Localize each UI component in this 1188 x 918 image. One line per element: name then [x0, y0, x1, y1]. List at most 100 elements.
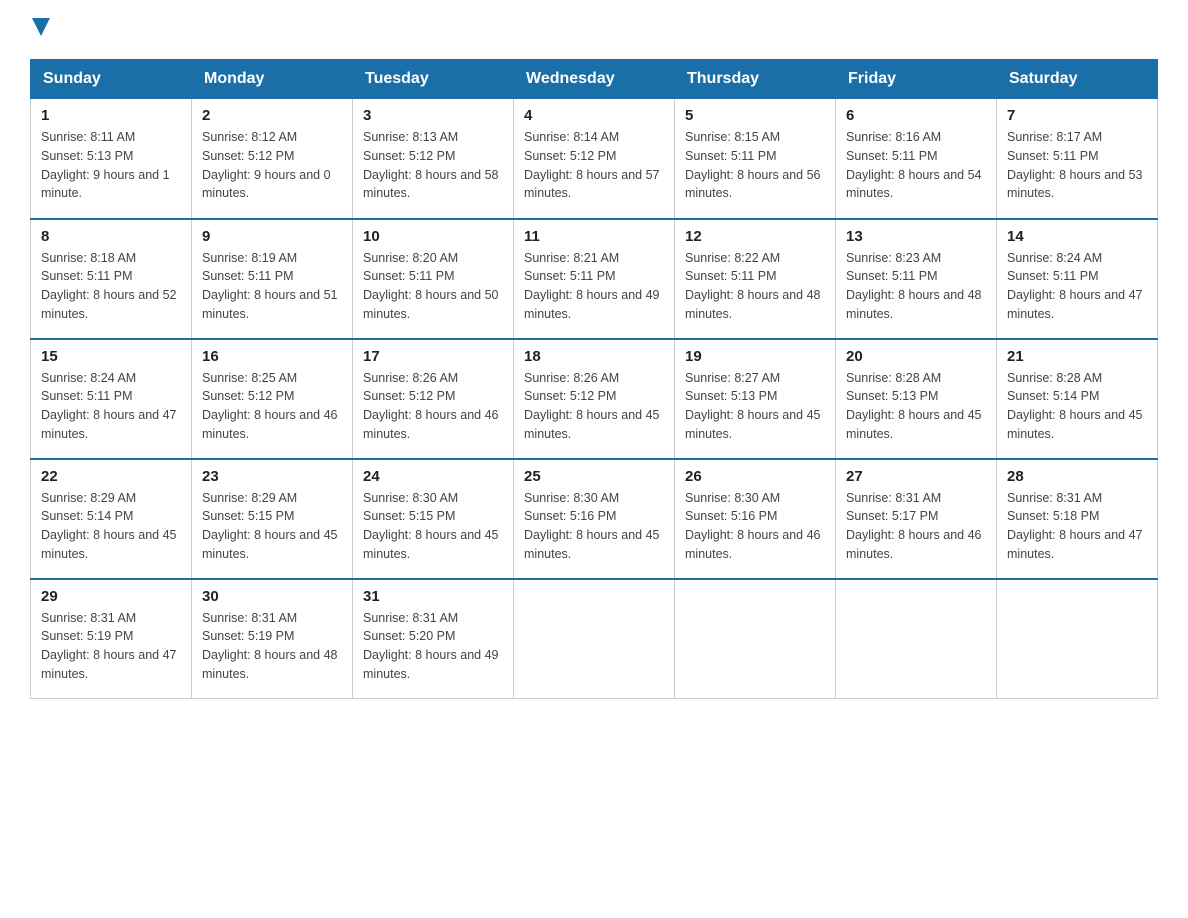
- day-number: 16: [202, 348, 342, 365]
- day-number: 6: [846, 107, 986, 124]
- day-info: Sunrise: 8:17 AMSunset: 5:11 PMDaylight:…: [1007, 128, 1147, 203]
- day-number: 4: [524, 107, 664, 124]
- column-header-saturday: Saturday: [997, 60, 1158, 99]
- calendar-cell: 10 Sunrise: 8:20 AMSunset: 5:11 PMDaylig…: [353, 219, 514, 339]
- day-number: 28: [1007, 468, 1147, 485]
- column-header-thursday: Thursday: [675, 60, 836, 99]
- day-info: Sunrise: 8:31 AMSunset: 5:18 PMDaylight:…: [1007, 489, 1147, 564]
- calendar-cell: 23 Sunrise: 8:29 AMSunset: 5:15 PMDaylig…: [192, 459, 353, 579]
- day-info: Sunrise: 8:29 AMSunset: 5:14 PMDaylight:…: [41, 489, 181, 564]
- column-header-wednesday: Wednesday: [514, 60, 675, 99]
- calendar-cell: 8 Sunrise: 8:18 AMSunset: 5:11 PMDayligh…: [31, 219, 192, 339]
- logo: [30, 20, 50, 39]
- calendar-cell: 2 Sunrise: 8:12 AMSunset: 5:12 PMDayligh…: [192, 99, 353, 219]
- day-info: Sunrise: 8:15 AMSunset: 5:11 PMDaylight:…: [685, 128, 825, 203]
- calendar-cell: 16 Sunrise: 8:25 AMSunset: 5:12 PMDaylig…: [192, 339, 353, 459]
- day-number: 5: [685, 107, 825, 124]
- day-number: 11: [524, 228, 664, 245]
- week-row-5: 29 Sunrise: 8:31 AMSunset: 5:19 PMDaylig…: [31, 579, 1158, 699]
- calendar-cell: 26 Sunrise: 8:30 AMSunset: 5:16 PMDaylig…: [675, 459, 836, 579]
- day-info: Sunrise: 8:30 AMSunset: 5:16 PMDaylight:…: [685, 489, 825, 564]
- calendar-cell: 21 Sunrise: 8:28 AMSunset: 5:14 PMDaylig…: [997, 339, 1158, 459]
- calendar-cell: 31 Sunrise: 8:31 AMSunset: 5:20 PMDaylig…: [353, 579, 514, 699]
- day-number: 27: [846, 468, 986, 485]
- calendar-cell: 17 Sunrise: 8:26 AMSunset: 5:12 PMDaylig…: [353, 339, 514, 459]
- column-header-tuesday: Tuesday: [353, 60, 514, 99]
- day-number: 1: [41, 107, 181, 124]
- day-number: 21: [1007, 348, 1147, 365]
- day-info: Sunrise: 8:21 AMSunset: 5:11 PMDaylight:…: [524, 249, 664, 324]
- day-info: Sunrise: 8:25 AMSunset: 5:12 PMDaylight:…: [202, 369, 342, 444]
- week-row-4: 22 Sunrise: 8:29 AMSunset: 5:14 PMDaylig…: [31, 459, 1158, 579]
- day-number: 3: [363, 107, 503, 124]
- column-header-friday: Friday: [836, 60, 997, 99]
- logo-arrow-icon: [32, 18, 50, 41]
- calendar-cell: [514, 579, 675, 699]
- day-number: 18: [524, 348, 664, 365]
- day-info: Sunrise: 8:27 AMSunset: 5:13 PMDaylight:…: [685, 369, 825, 444]
- calendar-cell: 12 Sunrise: 8:22 AMSunset: 5:11 PMDaylig…: [675, 219, 836, 339]
- calendar-cell: 1 Sunrise: 8:11 AMSunset: 5:13 PMDayligh…: [31, 99, 192, 219]
- calendar-cell: 20 Sunrise: 8:28 AMSunset: 5:13 PMDaylig…: [836, 339, 997, 459]
- day-info: Sunrise: 8:22 AMSunset: 5:11 PMDaylight:…: [685, 249, 825, 324]
- day-info: Sunrise: 8:12 AMSunset: 5:12 PMDaylight:…: [202, 128, 342, 203]
- day-number: 12: [685, 228, 825, 245]
- day-number: 2: [202, 107, 342, 124]
- column-header-sunday: Sunday: [31, 60, 192, 99]
- day-info: Sunrise: 8:13 AMSunset: 5:12 PMDaylight:…: [363, 128, 503, 203]
- calendar-header-row: SundayMondayTuesdayWednesdayThursdayFrid…: [31, 60, 1158, 99]
- day-info: Sunrise: 8:18 AMSunset: 5:11 PMDaylight:…: [41, 249, 181, 324]
- calendar-cell: 14 Sunrise: 8:24 AMSunset: 5:11 PMDaylig…: [997, 219, 1158, 339]
- day-info: Sunrise: 8:30 AMSunset: 5:15 PMDaylight:…: [363, 489, 503, 564]
- week-row-3: 15 Sunrise: 8:24 AMSunset: 5:11 PMDaylig…: [31, 339, 1158, 459]
- day-info: Sunrise: 8:14 AMSunset: 5:12 PMDaylight:…: [524, 128, 664, 203]
- day-number: 30: [202, 588, 342, 605]
- calendar-cell: 29 Sunrise: 8:31 AMSunset: 5:19 PMDaylig…: [31, 579, 192, 699]
- day-info: Sunrise: 8:28 AMSunset: 5:13 PMDaylight:…: [846, 369, 986, 444]
- day-number: 20: [846, 348, 986, 365]
- day-info: Sunrise: 8:11 AMSunset: 5:13 PMDaylight:…: [41, 128, 181, 203]
- calendar-cell: 3 Sunrise: 8:13 AMSunset: 5:12 PMDayligh…: [353, 99, 514, 219]
- day-number: 26: [685, 468, 825, 485]
- day-number: 17: [363, 348, 503, 365]
- page-header: [30, 20, 1158, 39]
- day-number: 29: [41, 588, 181, 605]
- day-info: Sunrise: 8:31 AMSunset: 5:19 PMDaylight:…: [41, 609, 181, 684]
- day-info: Sunrise: 8:30 AMSunset: 5:16 PMDaylight:…: [524, 489, 664, 564]
- day-number: 7: [1007, 107, 1147, 124]
- day-info: Sunrise: 8:29 AMSunset: 5:15 PMDaylight:…: [202, 489, 342, 564]
- day-info: Sunrise: 8:28 AMSunset: 5:14 PMDaylight:…: [1007, 369, 1147, 444]
- calendar-cell: 4 Sunrise: 8:14 AMSunset: 5:12 PMDayligh…: [514, 99, 675, 219]
- day-number: 23: [202, 468, 342, 485]
- calendar-cell: [675, 579, 836, 699]
- day-info: Sunrise: 8:31 AMSunset: 5:20 PMDaylight:…: [363, 609, 503, 684]
- calendar-cell: 9 Sunrise: 8:19 AMSunset: 5:11 PMDayligh…: [192, 219, 353, 339]
- week-row-2: 8 Sunrise: 8:18 AMSunset: 5:11 PMDayligh…: [31, 219, 1158, 339]
- day-info: Sunrise: 8:23 AMSunset: 5:11 PMDaylight:…: [846, 249, 986, 324]
- day-number: 24: [363, 468, 503, 485]
- calendar-cell: [836, 579, 997, 699]
- day-number: 25: [524, 468, 664, 485]
- calendar-table: SundayMondayTuesdayWednesdayThursdayFrid…: [30, 59, 1158, 699]
- calendar-cell: 24 Sunrise: 8:30 AMSunset: 5:15 PMDaylig…: [353, 459, 514, 579]
- calendar-cell: 30 Sunrise: 8:31 AMSunset: 5:19 PMDaylig…: [192, 579, 353, 699]
- calendar-cell: 19 Sunrise: 8:27 AMSunset: 5:13 PMDaylig…: [675, 339, 836, 459]
- day-number: 8: [41, 228, 181, 245]
- calendar-cell: 13 Sunrise: 8:23 AMSunset: 5:11 PMDaylig…: [836, 219, 997, 339]
- day-info: Sunrise: 8:19 AMSunset: 5:11 PMDaylight:…: [202, 249, 342, 324]
- calendar-cell: 6 Sunrise: 8:16 AMSunset: 5:11 PMDayligh…: [836, 99, 997, 219]
- calendar-cell: 15 Sunrise: 8:24 AMSunset: 5:11 PMDaylig…: [31, 339, 192, 459]
- day-number: 15: [41, 348, 181, 365]
- day-info: Sunrise: 8:24 AMSunset: 5:11 PMDaylight:…: [1007, 249, 1147, 324]
- day-info: Sunrise: 8:31 AMSunset: 5:19 PMDaylight:…: [202, 609, 342, 684]
- day-number: 31: [363, 588, 503, 605]
- day-info: Sunrise: 8:26 AMSunset: 5:12 PMDaylight:…: [524, 369, 664, 444]
- day-info: Sunrise: 8:31 AMSunset: 5:17 PMDaylight:…: [846, 489, 986, 564]
- column-header-monday: Monday: [192, 60, 353, 99]
- day-number: 14: [1007, 228, 1147, 245]
- day-number: 22: [41, 468, 181, 485]
- day-info: Sunrise: 8:26 AMSunset: 5:12 PMDaylight:…: [363, 369, 503, 444]
- day-number: 10: [363, 228, 503, 245]
- day-number: 13: [846, 228, 986, 245]
- day-info: Sunrise: 8:24 AMSunset: 5:11 PMDaylight:…: [41, 369, 181, 444]
